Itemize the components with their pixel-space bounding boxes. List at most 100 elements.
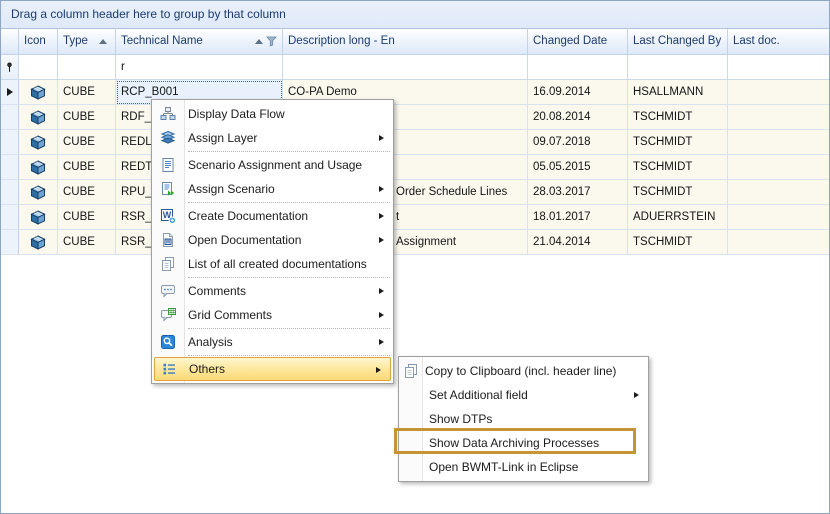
type-cell[interactable]: CUBE — [58, 130, 116, 155]
submenu-item-show-dtps[interactable]: Show DTPs — [399, 407, 648, 431]
column-header-icon[interactable]: Icon — [19, 29, 58, 55]
assign-scenario-icon — [160, 181, 176, 197]
last-changed-by-cell[interactable]: TSCHMIDT — [628, 105, 728, 130]
open-doc-icon: W — [160, 232, 176, 248]
cube-icon[interactable] — [19, 80, 58, 105]
column-header-changed-date[interactable]: Changed Date — [528, 29, 628, 55]
submenu-arrow-icon — [379, 288, 384, 294]
column-header-type[interactable]: Type — [58, 29, 116, 55]
table-row: CUBERPU_BOrder Schedule Lines28.03.2017T… — [1, 180, 829, 205]
type-cell[interactable]: CUBE — [58, 230, 116, 255]
type-cell[interactable]: CUBE — [58, 105, 116, 130]
cube-icon[interactable] — [19, 155, 58, 180]
last-doc-cell[interactable] — [728, 80, 829, 105]
column-header-last-doc[interactable]: Last doc. — [728, 29, 829, 55]
changed-date-cell[interactable]: 09.07.2018 — [528, 130, 628, 155]
sort-ascending-icon — [99, 39, 107, 44]
pages-icon — [160, 256, 176, 272]
changed-date-cell[interactable]: 16.09.2014 — [528, 80, 628, 105]
submenu-arrow-icon — [379, 339, 384, 345]
menu-item-others[interactable]: Others — [154, 357, 391, 381]
others-submenu: Copy to Clipboard (incl. header line) Se… — [398, 356, 649, 482]
header-indicator-cell — [1, 29, 19, 55]
menu-item-list-documentations[interactable]: List of all created documentations — [152, 252, 393, 276]
filter-cell-technical-name[interactable]: r — [116, 55, 283, 80]
filter-cell-description[interactable] — [283, 55, 528, 80]
others-list-icon — [161, 361, 177, 377]
filter-cell-type[interactable] — [58, 55, 116, 80]
cube-icon[interactable] — [19, 230, 58, 255]
submenu-arrow-icon — [379, 312, 384, 318]
last-doc-cell[interactable] — [728, 130, 829, 155]
group-by-panel[interactable]: Drag a column header here to group by th… — [1, 1, 829, 29]
menu-item-comments[interactable]: Comments — [152, 279, 393, 303]
type-cell[interactable]: CUBE — [58, 155, 116, 180]
changed-date-cell[interactable]: 05.05.2015 — [528, 155, 628, 180]
type-cell[interactable]: CUBE — [58, 80, 116, 105]
data-rows: CUBERCP_B001CO-PA Demo16.09.2014HSALLMAN… — [1, 80, 829, 255]
filter-cell-last-doc[interactable] — [728, 55, 829, 80]
cube-icon[interactable] — [19, 105, 58, 130]
filter-funnel-icon[interactable] — [266, 36, 277, 47]
submenu-item-show-data-archiving-processes[interactable]: Show Data Archiving Processes — [399, 431, 648, 455]
submenu-item-set-additional-field[interactable]: Set Additional field — [399, 383, 648, 407]
filter-cell-icon[interactable] — [19, 55, 58, 80]
scenario-doc-icon — [160, 157, 176, 173]
grid-window: Drag a column header here to group by th… — [0, 0, 830, 514]
changed-date-cell[interactable]: 28.03.2017 — [528, 180, 628, 205]
grid-comments-icon — [160, 307, 176, 323]
last-changed-by-cell[interactable]: TSCHMIDT — [628, 230, 728, 255]
row-indicator-cell[interactable] — [1, 205, 19, 230]
data-flow-icon — [160, 106, 176, 122]
last-changed-by-cell[interactable]: HSALLMANN — [628, 80, 728, 105]
row-indicator-cell[interactable] — [1, 180, 19, 205]
cube-icon[interactable] — [19, 180, 58, 205]
changed-date-cell[interactable]: 20.08.2014 — [528, 105, 628, 130]
cube-icon[interactable] — [19, 205, 58, 230]
menu-item-scenario-assignment[interactable]: Scenario Assignment and Usage — [152, 153, 393, 177]
submenu-item-open-bwmt-link[interactable]: Open BWMT-Link in Eclipse — [399, 455, 648, 479]
filter-pin-icon[interactable] — [1, 55, 19, 80]
last-doc-cell[interactable] — [728, 180, 829, 205]
menu-item-analysis[interactable]: Analysis — [152, 330, 393, 354]
filter-cell-last-changed-by[interactable] — [628, 55, 728, 80]
submenu-arrow-icon — [379, 213, 384, 219]
last-doc-cell[interactable] — [728, 230, 829, 255]
column-header-description[interactable]: Description long - En — [283, 29, 528, 55]
row-indicator-cell[interactable] — [1, 230, 19, 255]
cube-icon[interactable] — [19, 130, 58, 155]
last-changed-by-cell[interactable]: ADUERRSTEIN — [628, 205, 728, 230]
type-cell[interactable]: CUBE — [58, 180, 116, 205]
column-header-last-changed-by[interactable]: Last Changed By — [628, 29, 728, 55]
changed-date-cell[interactable]: 18.01.2017 — [528, 205, 628, 230]
last-changed-by-cell[interactable]: TSCHMIDT — [628, 180, 728, 205]
table-row: CUBEREDT_05.05.2015TSCHMIDT — [1, 155, 829, 180]
menu-item-grid-comments[interactable]: Grid Comments — [152, 303, 393, 327]
submenu-arrow-icon — [379, 135, 384, 141]
menu-item-create-documentation[interactable]: W Create Documentation — [152, 204, 393, 228]
column-header-technical-name[interactable]: Technical Name — [116, 29, 283, 55]
menu-item-assign-layer[interactable]: Assign Layer — [152, 126, 393, 150]
row-indicator-cell[interactable] — [1, 80, 19, 105]
submenu-arrow-icon — [379, 186, 384, 192]
create-doc-icon: W — [160, 208, 176, 224]
last-changed-by-cell[interactable]: TSCHMIDT — [628, 130, 728, 155]
sort-ascending-icon — [255, 39, 263, 44]
last-doc-cell[interactable] — [728, 155, 829, 180]
menu-item-assign-scenario[interactable]: Assign Scenario — [152, 177, 393, 201]
last-changed-by-cell[interactable]: TSCHMIDT — [628, 155, 728, 180]
analysis-icon — [160, 334, 176, 350]
comments-icon — [160, 283, 176, 299]
last-doc-cell[interactable] — [728, 205, 829, 230]
row-indicator-cell[interactable] — [1, 105, 19, 130]
row-indicator-cell[interactable] — [1, 130, 19, 155]
row-indicator-cell[interactable] — [1, 155, 19, 180]
type-cell[interactable]: CUBE — [58, 205, 116, 230]
submenu-item-copy-to-clipboard[interactable]: Copy to Clipboard (incl. header line) — [399, 359, 648, 383]
filter-cell-changed-date[interactable] — [528, 55, 628, 80]
submenu-arrow-icon — [376, 367, 381, 373]
menu-item-open-documentation[interactable]: W Open Documentation — [152, 228, 393, 252]
menu-item-display-data-flow[interactable]: Display Data Flow — [152, 102, 393, 126]
changed-date-cell[interactable]: 21.04.2014 — [528, 230, 628, 255]
last-doc-cell[interactable] — [728, 105, 829, 130]
